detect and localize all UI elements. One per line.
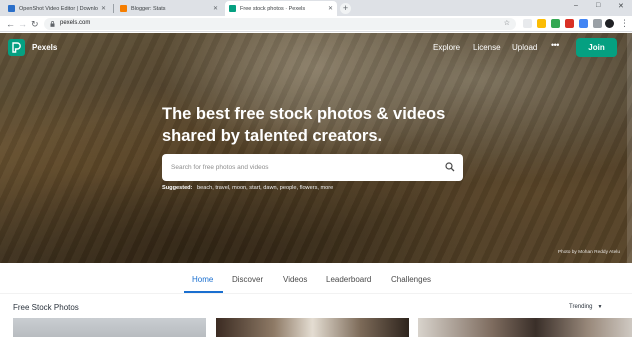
tab-divider — [113, 4, 114, 13]
search-input[interactable] — [162, 154, 442, 181]
active-tab-indicator — [184, 291, 223, 293]
chevron-down-icon: ▼ — [597, 304, 603, 310]
pexels-logo-icon[interactable] — [8, 39, 25, 56]
profile-avatar[interactable] — [605, 19, 614, 28]
tab-label: OpenShot Video Editor | Downlo — [19, 5, 98, 12]
sort-dropdown[interactable]: Trending ▼ — [569, 304, 602, 310]
extension-icon[interactable] — [537, 19, 546, 28]
sort-label: Trending — [569, 304, 593, 310]
sub-navigation: Home Discover Videos Leaderboard Challen… — [0, 264, 632, 294]
hero-overlay — [0, 33, 632, 263]
extension-icon[interactable] — [593, 19, 602, 28]
menu-kebab-icon[interactable]: ⋮ — [620, 17, 629, 29]
search-icon[interactable] — [445, 162, 455, 172]
openshot-favicon-icon — [8, 5, 15, 12]
lock-icon — [50, 21, 55, 27]
address-bar[interactable]: pexels.com ☆ — [44, 18, 516, 30]
browser-toolbar: ← → ↻ pexels.com ☆ ⋮ — [0, 16, 632, 32]
browser-tab-openshot[interactable]: OpenShot Video Editor | Downlo ✕ — [4, 1, 110, 16]
browser-tab-strip: OpenShot Video Editor | Downlo ✕ Blogger… — [0, 0, 632, 16]
maximize-button[interactable]: □ — [596, 2, 600, 9]
page-scrollbar[interactable] — [627, 33, 632, 263]
back-button[interactable]: ← — [6, 18, 15, 30]
tab-label: Blogger: Stats — [131, 5, 166, 12]
url-text: pexels.com — [60, 20, 91, 26]
extension-icon[interactable] — [523, 19, 532, 28]
close-tab-icon[interactable]: ✕ — [328, 5, 333, 12]
bookmark-star-icon[interactable]: ☆ — [504, 19, 510, 27]
close-tab-icon[interactable]: ✕ — [101, 5, 106, 12]
tab-home[interactable]: Home — [192, 275, 213, 284]
tab-discover[interactable]: Discover — [232, 275, 263, 284]
hero-banner: Pexels Explore License Upload ••• Join T… — [0, 33, 632, 263]
extension-icon[interactable] — [565, 19, 574, 28]
more-menu-icon[interactable]: ••• — [551, 40, 559, 50]
nav-upload[interactable]: Upload — [512, 43, 537, 52]
nav-explore[interactable]: Explore — [433, 43, 460, 52]
tab-videos[interactable]: Videos — [283, 275, 307, 284]
close-window-button[interactable]: ✕ — [618, 2, 624, 10]
close-tab-icon[interactable]: ✕ — [213, 5, 218, 12]
photo-thumbnail[interactable] — [216, 318, 409, 337]
tab-leaderboard[interactable]: Leaderboard — [326, 275, 371, 284]
brand-name[interactable]: Pexels — [32, 43, 57, 52]
pexels-favicon-icon — [229, 5, 236, 12]
browser-tab-blogger[interactable]: Blogger: Stats ✕ — [116, 1, 222, 16]
photo-credit[interactable]: Photo by Mohan Reddy Atelu — [558, 250, 620, 255]
new-tab-button[interactable]: + — [340, 3, 351, 14]
extension-icon[interactable] — [551, 19, 560, 28]
photo-thumbnail[interactable] — [13, 318, 206, 337]
nav-license[interactable]: License — [473, 43, 501, 52]
extension-icon[interactable] — [579, 19, 588, 28]
blogger-favicon-icon — [120, 5, 127, 12]
suggested-label: Suggested: — [162, 185, 193, 191]
join-button[interactable]: Join — [576, 38, 617, 57]
forward-button[interactable]: → — [18, 18, 27, 30]
hero-headline: The best free stock photos & videos shar… — [162, 105, 446, 145]
suggested-searches: Suggested: beach, travel, moon, start, d… — [162, 185, 333, 191]
reload-button[interactable]: ↻ — [31, 18, 39, 30]
browser-tab-pexels[interactable]: Free stock photos · Pexels ✕ — [225, 1, 337, 16]
tab-challenges[interactable]: Challenges — [391, 275, 431, 284]
search-box — [162, 154, 463, 181]
section-title: Free Stock Photos — [13, 303, 79, 312]
minimize-button[interactable]: – — [574, 2, 578, 9]
tab-label: Free stock photos · Pexels — [240, 5, 306, 12]
suggested-tags[interactable]: beach, travel, moon, start, dawn, people… — [197, 185, 333, 191]
photo-thumbnail[interactable] — [418, 318, 632, 337]
